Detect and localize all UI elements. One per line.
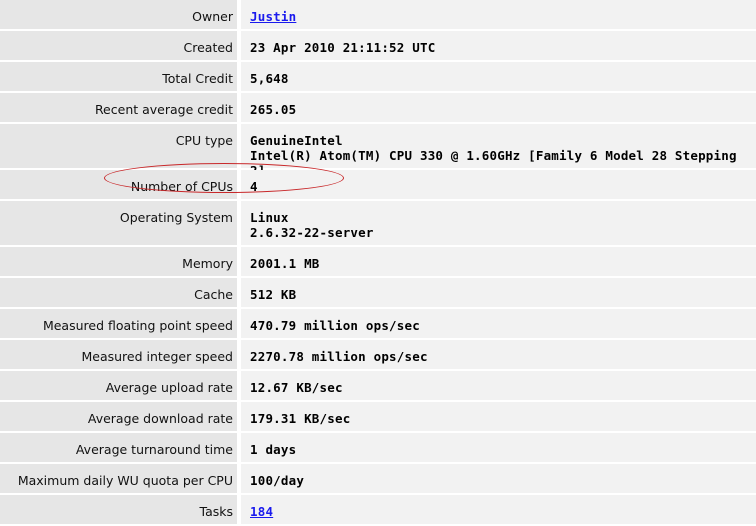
tasks-link[interactable]: 184 (250, 504, 273, 519)
owner-value-cell: Justin (241, 0, 756, 29)
memory-label: Memory (0, 247, 237, 276)
created-label: Created (0, 31, 237, 60)
cache-label: Cache (0, 278, 237, 307)
cpu-type-label: CPU type (0, 124, 237, 168)
total-credit-value: 5,648 (241, 62, 756, 91)
total-credit-label: Total Credit (0, 62, 237, 91)
row-cache: Cache 512 KB (0, 278, 756, 309)
owner-link[interactable]: Justin (250, 9, 296, 24)
download-rate-label: Average download rate (0, 402, 237, 431)
upload-rate-label: Average upload rate (0, 371, 237, 400)
number-of-cpus-value: 4 (241, 170, 756, 199)
row-turnaround-time: Average turnaround time 1 days (0, 433, 756, 464)
row-download-rate: Average download rate 179.31 KB/sec (0, 402, 756, 433)
operating-system-value-cell: Linux 2.6.32-22-server (241, 201, 756, 245)
download-rate-value: 179.31 KB/sec (241, 402, 756, 431)
os-name: Linux (250, 210, 289, 225)
floating-point-speed-label: Measured floating point speed (0, 309, 237, 338)
recent-average-credit-label: Recent average credit (0, 93, 237, 122)
daily-quota-value: 100/day (241, 464, 756, 493)
floating-point-speed-value: 470.79 million ops/sec (241, 309, 756, 338)
row-number-of-cpus: Number of CPUs 4 (0, 170, 756, 201)
memory-value: 2001.1 MB (241, 247, 756, 276)
integer-speed-label: Measured integer speed (0, 340, 237, 369)
owner-label: Owner (0, 0, 237, 29)
row-recent-average-credit: Recent average credit 265.05 (0, 93, 756, 124)
row-upload-rate: Average upload rate 12.67 KB/sec (0, 371, 756, 402)
os-version: 2.6.32-22-server (250, 225, 374, 240)
row-cpu-type: CPU type GenuineIntel Intel(R) Atom(TM) … (0, 124, 756, 178)
row-memory: Memory 2001.1 MB (0, 247, 756, 278)
recent-average-credit-value: 265.05 (241, 93, 756, 122)
row-floating-point-speed: Measured floating point speed 470.79 mil… (0, 309, 756, 340)
row-created: Created 23 Apr 2010 21:11:52 UTC (0, 31, 756, 62)
cpu-vendor: GenuineIntel (250, 133, 343, 148)
cache-value: 512 KB (241, 278, 756, 307)
number-of-cpus-label: Number of CPUs (0, 170, 237, 199)
turnaround-time-label: Average turnaround time (0, 433, 237, 462)
row-integer-speed: Measured integer speed 2270.78 million o… (0, 340, 756, 371)
created-value: 23 Apr 2010 21:11:52 UTC (241, 31, 756, 60)
daily-quota-label: Maximum daily WU quota per CPU (0, 464, 237, 493)
row-tasks: Tasks 184 (0, 495, 756, 526)
turnaround-time-value: 1 days (241, 433, 756, 462)
host-details-table: Owner Justin Created 23 Apr 2010 21:11:5… (0, 0, 756, 526)
row-owner: Owner Justin (0, 0, 756, 31)
tasks-label: Tasks (0, 495, 237, 524)
integer-speed-value: 2270.78 million ops/sec (241, 340, 756, 369)
tasks-value-cell: 184 (241, 495, 756, 524)
upload-rate-value: 12.67 KB/sec (241, 371, 756, 400)
row-daily-quota: Maximum daily WU quota per CPU 100/day (0, 464, 756, 495)
cpu-type-value-cell: GenuineIntel Intel(R) Atom(TM) CPU 330 @… (241, 124, 756, 178)
row-operating-system: Operating System Linux 2.6.32-22-server (0, 201, 756, 247)
operating-system-label: Operating System (0, 201, 237, 245)
row-total-credit: Total Credit 5,648 (0, 62, 756, 93)
